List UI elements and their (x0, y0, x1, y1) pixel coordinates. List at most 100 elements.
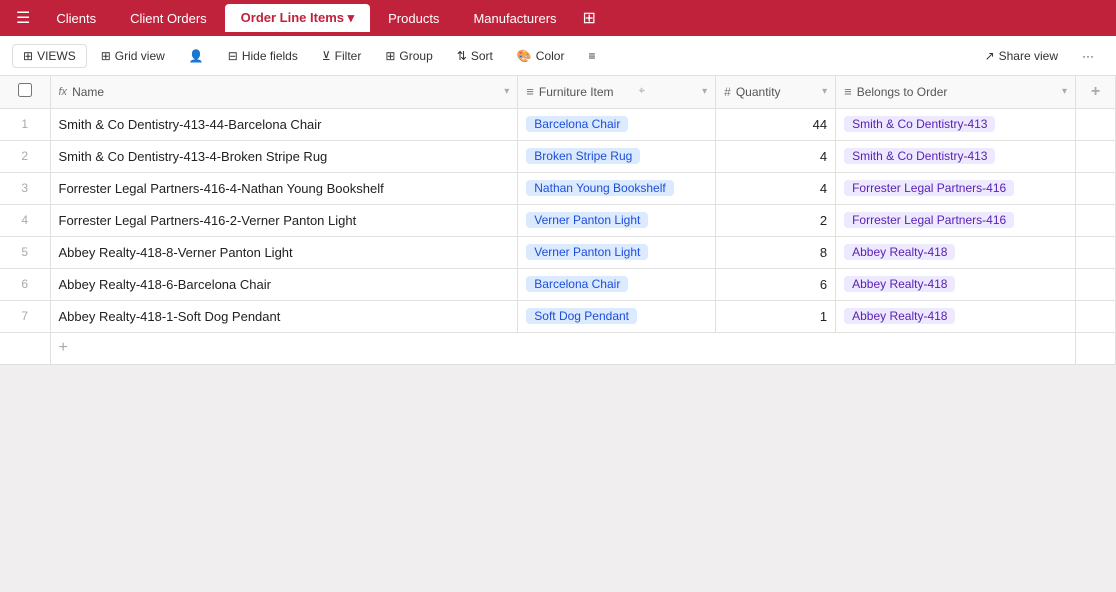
group-icon: ⊞ (385, 49, 395, 63)
name-cell[interactable]: Forrester Legal Partners-416-2-Verner Pa… (50, 204, 518, 236)
order-tag[interactable]: Abbey Realty-418 (844, 276, 955, 292)
person-icon: 👤 (189, 49, 204, 63)
add-tab-icon[interactable]: ⊞ (575, 4, 604, 32)
add-row-extra (1076, 332, 1116, 364)
nav-tab-clients[interactable]: Clients (40, 5, 112, 32)
grid-icon: ⊞ (101, 49, 111, 63)
add-row-icon[interactable]: + (59, 339, 68, 356)
furniture-cell[interactable]: Verner Panton Light (518, 236, 716, 268)
order-tag[interactable]: Abbey Realty-418 (844, 308, 955, 324)
filter-icon: ⊻ (322, 49, 331, 63)
sort-icon: ⇅ (457, 49, 467, 63)
checkbox-header[interactable] (0, 76, 50, 108)
belongs-col-label: Belongs to Order (857, 85, 948, 99)
name-cell[interactable]: Smith & Co Dentistry-413-44-Barcelona Ch… (50, 108, 518, 140)
furniture-cell[interactable]: Barcelona Chair (518, 108, 716, 140)
density-button[interactable]: ≡ (578, 45, 605, 67)
hamburger-icon[interactable]: ☰ (8, 4, 38, 32)
furniture-cell[interactable]: Verner Panton Light (518, 204, 716, 236)
furniture-tag[interactable]: Nathan Young Bookshelf (526, 180, 673, 196)
furniture-cell[interactable]: Broken Stripe Rug (518, 140, 716, 172)
add-row[interactable]: + (0, 332, 1116, 364)
order-tag[interactable]: Smith & Co Dentistry-413 (844, 116, 995, 132)
belongs-col-icon: ≡ (844, 84, 852, 99)
nav-tab-order-line-items[interactable]: Order Line Items ▾ (225, 4, 370, 32)
belongs-cell[interactable]: Smith & Co Dentistry-413 (836, 108, 1076, 140)
furniture-cell[interactable]: Barcelona Chair (518, 268, 716, 300)
person-icon-button[interactable]: 👤 (179, 45, 214, 67)
name-cell[interactable]: Smith & Co Dentistry-413-4-Broken Stripe… (50, 140, 518, 172)
furniture-tag[interactable]: Broken Stripe Rug (526, 148, 640, 164)
row-expand-cell (1076, 204, 1116, 236)
name-cell[interactable]: Forrester Legal Partners-416-4-Nathan Yo… (50, 172, 518, 204)
table-row[interactable]: 3 Forrester Legal Partners-416-4-Nathan … (0, 172, 1116, 204)
furniture-column-header[interactable]: ≡ Furniture Item ⌖ ▾ (518, 76, 716, 108)
nav-tab-manufacturers[interactable]: Manufacturers (457, 5, 572, 32)
name-cell[interactable]: Abbey Realty-418-1-Soft Dog Pendant (50, 300, 518, 332)
name-cell[interactable]: Abbey Realty-418-6-Barcelona Chair (50, 268, 518, 300)
toolbar: ⊞ VIEWS ⊞ Grid view 👤 ⊟ Hide fields ⊻ Fi… (0, 36, 1116, 76)
belongs-cell[interactable]: Forrester Legal Partners-416 (836, 204, 1076, 236)
order-tag[interactable]: Smith & Co Dentistry-413 (844, 148, 995, 164)
row-expand-cell (1076, 300, 1116, 332)
belongs-column-header[interactable]: ≡ Belongs to Order ▾ (836, 76, 1076, 108)
name-column-header[interactable]: fx Name ▾ (50, 76, 518, 108)
belongs-cell[interactable]: Abbey Realty-418 (836, 236, 1076, 268)
table-row[interactable]: 5 Abbey Realty-418-8-Verner Panton Light… (0, 236, 1116, 268)
quantity-cell[interactable]: 6 (716, 268, 836, 300)
select-all-checkbox[interactable] (18, 83, 32, 97)
quantity-cell[interactable]: 8 (716, 236, 836, 268)
belongs-cell[interactable]: Abbey Realty-418 (836, 268, 1076, 300)
name-col-label: Name (72, 85, 104, 99)
nav-tab-products[interactable]: Products (372, 5, 455, 32)
quantity-col-icon: # (724, 85, 731, 99)
name-cell[interactable]: Abbey Realty-418-8-Verner Panton Light (50, 236, 518, 268)
quantity-cell[interactable]: 4 (716, 172, 836, 204)
order-tag[interactable]: Abbey Realty-418 (844, 244, 955, 260)
furniture-cell[interactable]: Nathan Young Bookshelf (518, 172, 716, 204)
density-icon: ≡ (588, 49, 595, 63)
add-row-cell[interactable]: + (50, 332, 1076, 364)
hide-fields-button[interactable]: ⊟ Hide fields (218, 45, 308, 67)
sort-button[interactable]: ⇅ Sort (447, 45, 503, 67)
row-expand-cell (1076, 172, 1116, 204)
views-button[interactable]: ⊞ VIEWS (12, 44, 87, 68)
nav-tab-client-orders[interactable]: Client Orders (114, 5, 223, 32)
furniture-col-label: Furniture Item (539, 85, 614, 99)
row-number-cell: 1 (0, 108, 50, 140)
belongs-cell[interactable]: Smith & Co Dentistry-413 (836, 140, 1076, 172)
order-tag[interactable]: Forrester Legal Partners-416 (844, 180, 1014, 196)
grid-view-button[interactable]: ⊞ Grid view (91, 45, 175, 67)
furniture-tag[interactable]: Barcelona Chair (526, 116, 628, 132)
table-row[interactable]: 2 Smith & Co Dentistry-413-4-Broken Stri… (0, 140, 1116, 172)
hide-fields-icon: ⊟ (228, 49, 238, 63)
quantity-cell[interactable]: 44 (716, 108, 836, 140)
add-column-header[interactable]: + (1076, 76, 1116, 108)
group-button[interactable]: ⊞ Group (375, 45, 442, 67)
belongs-cell[interactable]: Forrester Legal Partners-416 (836, 172, 1076, 204)
furniture-tag[interactable]: Verner Panton Light (526, 244, 648, 260)
add-col-icon[interactable]: + (1091, 83, 1100, 100)
furniture-tag[interactable]: Barcelona Chair (526, 276, 628, 292)
table-row[interactable]: 4 Forrester Legal Partners-416-2-Verner … (0, 204, 1116, 236)
table-row[interactable]: 7 Abbey Realty-418-1-Soft Dog Pendant So… (0, 300, 1116, 332)
quantity-cell[interactable]: 1 (716, 300, 836, 332)
color-button[interactable]: 🎨 Color (507, 45, 575, 67)
table-row[interactable]: 1 Smith & Co Dentistry-413-44-Barcelona … (0, 108, 1116, 140)
row-expand-cell (1076, 140, 1116, 172)
order-tag[interactable]: Forrester Legal Partners-416 (844, 212, 1014, 228)
share-view-button[interactable]: ↗ Share view (975, 45, 1068, 67)
table-row[interactable]: 6 Abbey Realty-418-6-Barcelona Chair Bar… (0, 268, 1116, 300)
quantity-cell[interactable]: 2 (716, 204, 836, 236)
quantity-col-label: Quantity (736, 85, 781, 99)
belongs-cell[interactable]: Abbey Realty-418 (836, 300, 1076, 332)
furniture-cell[interactable]: Soft Dog Pendant (518, 300, 716, 332)
more-button[interactable]: ··· (1072, 45, 1104, 67)
quantity-column-header[interactable]: # Quantity ▾ (716, 76, 836, 108)
more-icon: ··· (1082, 49, 1094, 63)
quantity-cell[interactable]: 4 (716, 140, 836, 172)
furniture-tag[interactable]: Verner Panton Light (526, 212, 648, 228)
furniture-tag[interactable]: Soft Dog Pendant (526, 308, 637, 324)
filter-button[interactable]: ⊻ Filter (312, 45, 371, 67)
row-expand-cell (1076, 236, 1116, 268)
